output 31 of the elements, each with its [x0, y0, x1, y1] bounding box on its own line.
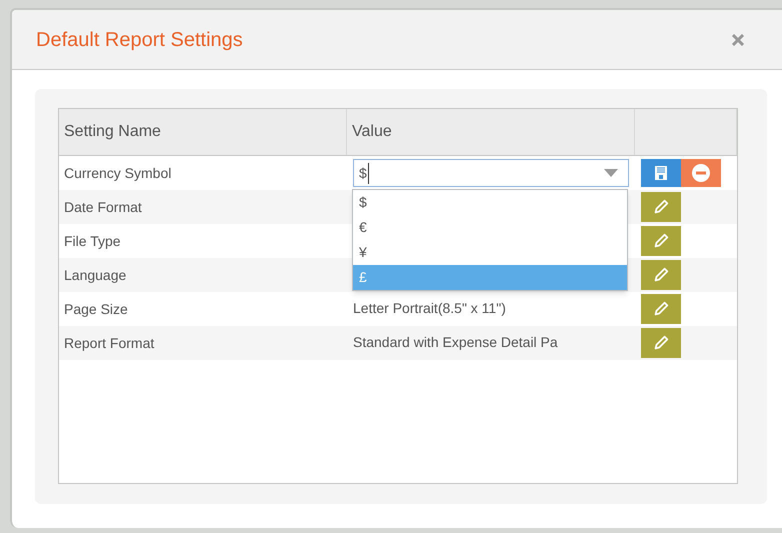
pencil-icon: [652, 266, 670, 284]
pencil-icon: [652, 232, 670, 250]
setting-name: Report Format: [63, 334, 156, 353]
edit-button[interactable]: [641, 294, 681, 324]
close-icon[interactable]: [732, 34, 744, 46]
column-header: Value: [347, 109, 635, 155]
pencil-icon: [652, 334, 670, 352]
setting-name: Date Format: [63, 198, 143, 216]
setting-name: File Type: [63, 232, 122, 251]
save-icon: [653, 165, 669, 181]
remove-button[interactable]: [681, 159, 721, 187]
setting-name: Language: [63, 266, 128, 285]
pencil-icon: [652, 198, 670, 216]
dialog-title: Default Report Settings: [36, 28, 243, 52]
dropdown-option[interactable]: ¥: [353, 240, 627, 265]
minus-circle-icon: [692, 164, 710, 182]
save-button[interactable]: [641, 159, 681, 187]
currency-dropdown[interactable]: $: [353, 159, 629, 187]
setting-value: Letter Portrait(8.5" x 11"): [353, 300, 506, 316]
edit-button[interactable]: [641, 192, 681, 222]
setting-value: Standard with Expense Detail Pa: [353, 334, 558, 350]
dropdown-option[interactable]: $: [353, 190, 627, 215]
dropdown-option[interactable]: €: [353, 215, 627, 240]
setting-name: Page Size: [63, 300, 129, 319]
column-header: Setting Name: [59, 109, 347, 155]
setting-name: Currency Symbol: [63, 164, 172, 183]
edit-button[interactable]: [641, 260, 681, 290]
pencil-icon: [652, 300, 670, 318]
caret-icon: [604, 169, 618, 177]
edit-button[interactable]: [641, 226, 681, 256]
edit-button[interactable]: [641, 328, 681, 358]
